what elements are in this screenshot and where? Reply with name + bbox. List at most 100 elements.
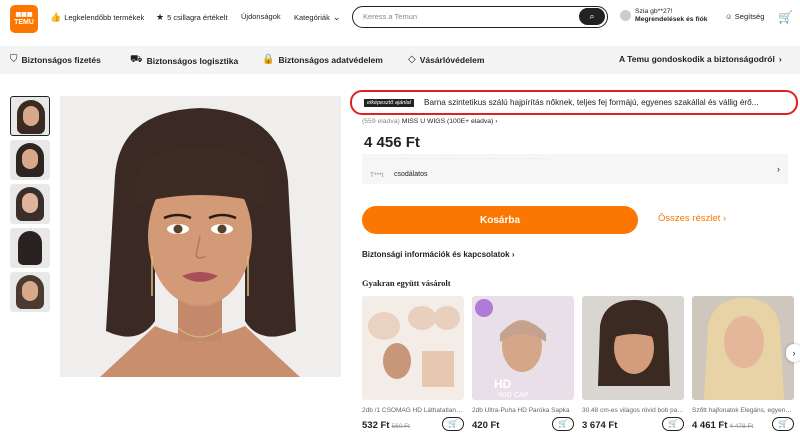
truck-icon: ⛟ <box>130 54 143 65</box>
related-product-name: 30.48 cm-es világos rövid bob paróka <box>582 407 684 414</box>
account-label: Megrendelések és fiók <box>635 16 708 23</box>
nav-five-star[interactable]: ★ 5 csillagra értékelt <box>156 12 228 23</box>
help-label: Segítség <box>734 12 765 21</box>
help-icon: ☺ <box>725 12 733 21</box>
search-bar[interactable]: Keress a Temun ⌕ <box>352 6 608 28</box>
avatar-icon <box>620 10 631 21</box>
search-button[interactable]: ⌕ <box>579 8 605 25</box>
price-value: 3 674 Ft <box>582 420 618 431</box>
chevron-right-icon: › <box>495 118 498 125</box>
product-thumbnail <box>692 296 794 400</box>
add-cart-icon[interactable]: 🛒 <box>552 417 574 431</box>
related-product[interactable]: Szőtt hajfonatok Elegáns, egyenes paróka… <box>692 296 794 431</box>
cart-icon[interactable]: 🛒 <box>778 10 793 24</box>
review-text: csodálatos <box>394 171 428 178</box>
product-price: 4 456 Ft <box>364 134 420 151</box>
deal-badge: elképesztő ajánlat <box>364 99 415 107</box>
search-icon: ⌕ <box>589 11 595 21</box>
thumbnail[interactable] <box>10 140 50 180</box>
faded-text: · · · · · · · · · · · · · · · · · · · · … <box>370 156 548 162</box>
add-cart-icon[interactable]: 🛒 <box>442 417 464 431</box>
search-input[interactable]: Keress a Temun <box>363 12 417 21</box>
trust-privacy-label: Biztonságos adatvédelem <box>278 54 383 65</box>
model-portrait <box>60 96 341 377</box>
nav-bestsellers-label: Legkelendőbb termékek <box>64 13 145 22</box>
star-badge-icon: ★ <box>156 12 165 22</box>
trust-item-logistics[interactable]: ⛟ Biztonságos logisztika <box>130 54 238 67</box>
product-thumbnail: HD WIG CAP <box>472 296 574 400</box>
chevron-down-icon: ⌄ <box>332 12 341 22</box>
thumbnail[interactable] <box>10 184 50 224</box>
shield-check-icon: ⛉ <box>10 54 18 65</box>
all-details-link[interactable]: Összes részlet › <box>658 213 726 224</box>
related-product-name: 2db /1 CSOMAG HD Láthatatlan Parókasapka <box>362 407 464 414</box>
chevron-right-icon: › <box>778 54 782 64</box>
add-cart-icon[interactable]: 🛒 <box>662 417 684 431</box>
trust-more-link[interactable]: A Temu gondoskodik a biztonságodról › <box>619 54 782 64</box>
related-product[interactable]: 2db /1 CSOMAG HD Láthatatlan Parókasapka… <box>362 296 464 431</box>
thumbs-up-icon: 👍 <box>50 12 62 22</box>
thumbnail[interactable] <box>10 272 50 312</box>
trust-item-privacy[interactable]: 🔒 Biztonságos adatvédelem <box>262 54 383 65</box>
help-link[interactable]: ☺ Segítség <box>725 12 764 21</box>
price-value: 420 Ft <box>472 420 500 431</box>
related-product-name: 2db Ultra-Puha HD Paróka Sapka <box>472 407 570 414</box>
product-title: Barna szintetikus szálú hajpírítás nőkne… <box>424 98 759 107</box>
store-name: MISS U WIGS (100E+ eladva) <box>401 118 494 125</box>
top-bar: ▦▦▦ TEMU 👍 Legkelendőbb termékek ★ 5 csi… <box>0 0 800 38</box>
product-thumbnail <box>362 296 464 400</box>
sold-info: (559 eladva) MISS U WIGS (100E+ eladva) … <box>362 118 497 125</box>
hd-label: HD <box>494 377 512 391</box>
price-value: 532 Ft <box>362 420 390 431</box>
related-price: 3 674 Ft <box>582 420 617 431</box>
trust-item-protection[interactable]: ◇ Vásárlóvédelem <box>408 54 484 65</box>
trust-protection-label: Vásárlóvédelem <box>419 54 485 65</box>
old-price: 4 478 Ft <box>729 423 754 430</box>
old-price: 560 Ft <box>391 423 410 430</box>
chevron-right-icon: › <box>792 348 796 358</box>
related-product-name: Szőtt hajfonatok Elegáns, egyenes paróka <box>692 407 794 414</box>
trust-item-payment[interactable]: ⛉ Biztonságos fizetés <box>10 54 101 65</box>
trust-bar: ⛉ Biztonságos fizetés ⛟ Biztonságos logi… <box>0 46 800 74</box>
nav-new-label: Újdonságok <box>241 12 281 21</box>
add-cart-icon[interactable]: 🛒 <box>772 417 794 431</box>
chevron-right-icon: › <box>777 164 780 174</box>
chevron-right-icon: › <box>722 213 727 224</box>
trust-more-label: A Temu gondoskodik a biztonságodról <box>619 54 775 64</box>
product-thumbnail <box>582 296 684 400</box>
nav-bestsellers[interactable]: 👍 Legkelendőbb termékek <box>50 12 144 23</box>
related-price: 532 Ft 560 Ft <box>362 420 410 431</box>
thumbnail[interactable] <box>10 96 50 136</box>
frequently-bought-title: Gyakran együtt vásárolt <box>362 278 451 288</box>
nav-new-arrivals[interactable]: Újdonságok <box>241 12 281 21</box>
nav-five-star-label: 5 csillagra értékelt <box>167 13 228 22</box>
related-product[interactable]: HD WIG CAP 2db Ultra-Puha HD Paróka Sapk… <box>472 296 574 431</box>
related-price: 420 Ft <box>472 420 499 431</box>
temu-logo[interactable]: ▦▦▦ TEMU <box>10 5 38 33</box>
store-link[interactable]: MISS U WIGS (100E+ eladva) › <box>402 118 498 125</box>
safety-info-link[interactable]: Biztonsági információk és kapcsolatok › <box>362 250 515 259</box>
diamond-icon: ◇ <box>408 54 416 65</box>
add-to-cart-button[interactable]: Kosárba <box>362 206 638 234</box>
logo-text: TEMU <box>14 19 34 26</box>
all-details-label: Összes részlet <box>658 213 721 224</box>
nav-categories-label: Kategóriák <box>294 13 330 22</box>
review-user: T***t <box>370 172 384 179</box>
sold-count: (559 eladva) <box>362 118 400 125</box>
product-main-image[interactable] <box>60 96 341 377</box>
review-preview[interactable]: · · · · · · · · · · · · · · · · · · · · … <box>362 154 788 184</box>
safety-info-label: Biztonsági információk és kapcsolatok <box>362 250 510 259</box>
add-to-cart-label: Kosárba <box>479 214 520 226</box>
trust-logistics-label: Biztonságos logisztika <box>146 55 239 66</box>
related-price: 4 461 Ft 4 478 Ft <box>692 420 753 431</box>
greeting-text: Szia gb**27! <box>635 8 673 15</box>
trust-payment-label: Biztonságos fizetés <box>21 54 101 65</box>
related-product[interactable]: 30.48 cm-es világos rövid bob paróka 3 6… <box>582 296 684 431</box>
wig-cap-label: WIG CAP <box>498 392 529 399</box>
price-value: 4 461 Ft <box>692 420 728 431</box>
carousel-next-button[interactable]: › <box>786 344 800 362</box>
lock-icon: 🔒 <box>262 54 275 65</box>
nav-categories[interactable]: Kategóriák ⌄ <box>294 12 340 23</box>
thumbnail-list <box>10 96 50 316</box>
thumbnail[interactable] <box>10 228 50 268</box>
